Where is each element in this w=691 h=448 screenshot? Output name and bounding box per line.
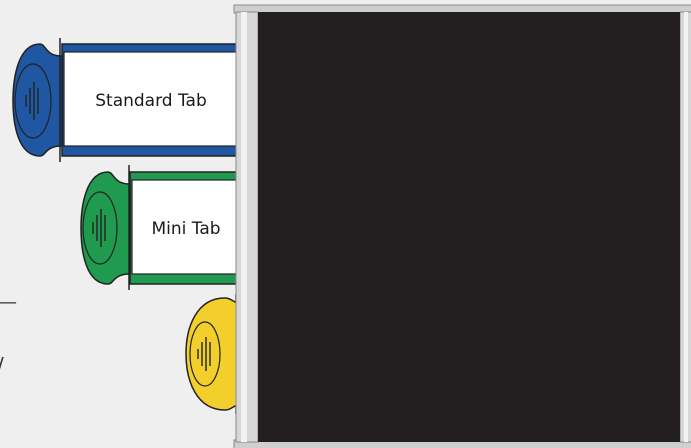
standard-tab[interactable]: Standard Tab bbox=[12, 38, 247, 162]
screen-display bbox=[258, 12, 680, 442]
mini-tab-label: Mini Tab bbox=[151, 219, 220, 239]
margin-mark: — bbox=[0, 292, 17, 313]
mini-tab[interactable]: Mini Tab bbox=[80, 165, 247, 290]
standard-tab-label: Standard Tab bbox=[95, 91, 207, 111]
margin-mark: / bbox=[0, 353, 4, 377]
tab-diagram: Standard Tab Mini Tab — / bbox=[0, 4, 691, 448]
